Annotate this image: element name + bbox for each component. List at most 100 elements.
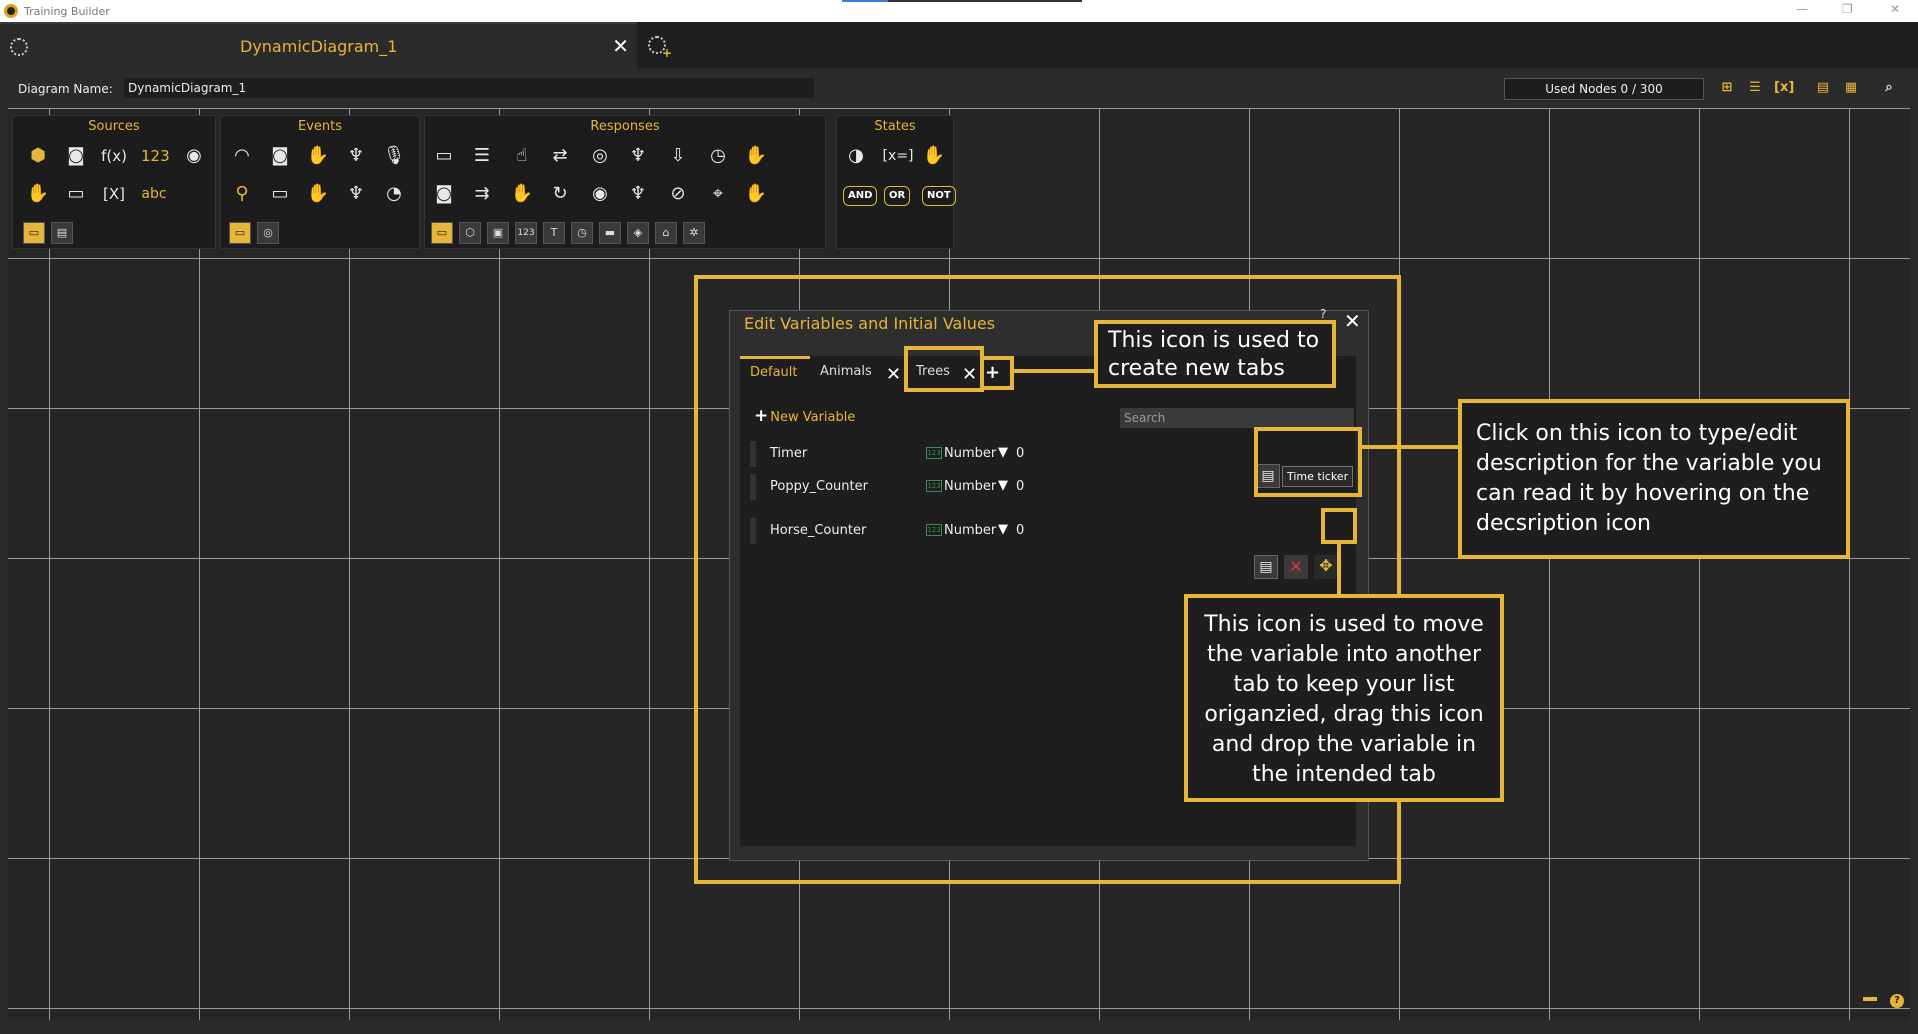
hand-touch-event-icon[interactable]: ✋ xyxy=(305,143,331,169)
sources-page-1-icon[interactable]: ▭ xyxy=(23,222,45,244)
timer-event-icon[interactable]: ◔ xyxy=(381,181,407,207)
not-button[interactable]: NOT xyxy=(922,186,956,206)
add-node-icon[interactable]: ⊞ xyxy=(1718,80,1736,98)
close-animals-tab-icon[interactable]: ✕ xyxy=(886,364,901,385)
close-window-icon[interactable]: ✕ xyxy=(1890,2,1900,16)
responses-timer-icon[interactable]: ◷ xyxy=(571,222,593,244)
variable-name[interactable]: Horse_Counter xyxy=(770,523,866,538)
responses-tag-icon[interactable]: ◈ xyxy=(627,222,649,244)
responses-media-icon[interactable]: ▣ xyxy=(487,222,509,244)
group-icon[interactable]: ☰ xyxy=(1746,80,1764,98)
responses-cube-icon[interactable]: ⬡ xyxy=(459,222,481,244)
show-panel-response-icon[interactable]: ▭ xyxy=(431,143,457,169)
search-icon[interactable]: ⌕ xyxy=(1880,80,1898,98)
toggle-state-icon[interactable]: ◑ xyxy=(843,143,869,169)
tab-dynamic-diagram[interactable]: DynamicDiagram_1 ✕ xyxy=(0,22,637,68)
variable-source-icon[interactable]: [X] xyxy=(101,181,127,207)
sources-page-2-icon[interactable]: ▤ xyxy=(51,222,73,244)
object-source-icon[interactable]: ⬢ xyxy=(25,143,51,169)
events-page-2-icon[interactable]: ◎ xyxy=(257,222,279,244)
close-dialog-icon[interactable]: ✕ xyxy=(1344,309,1361,333)
camera-event-icon[interactable]: ◙ xyxy=(267,143,293,169)
hand-x-response-icon[interactable]: ✋ xyxy=(743,181,769,207)
close-tab-icon[interactable]: ✕ xyxy=(612,34,629,58)
delete-variable-icon[interactable]: ✕ xyxy=(1284,555,1308,579)
responses-page-1-icon[interactable]: ▭ xyxy=(431,222,453,244)
grab-event-icon[interactable]: ✋ xyxy=(305,181,331,207)
variable-name[interactable]: Poppy_Counter xyxy=(770,479,868,494)
controller-x-response-icon[interactable]: ♆ xyxy=(625,181,651,207)
restore-window-icon[interactable]: ❐ xyxy=(1842,2,1853,16)
grid-icon[interactable]: ▦ xyxy=(1842,80,1860,98)
type-dropdown-icon[interactable]: ▼ xyxy=(998,445,1008,460)
focus-response-icon[interactable]: ⌖ xyxy=(705,181,731,207)
list-response-icon[interactable]: ☰ xyxy=(469,143,495,169)
palette-events: Events ◠ ◙ ✋ ♆ 🎙 ⚲ ▭ ✋ ♆ ◔ ▭ ◎ xyxy=(220,115,420,249)
vr-headset-event-icon[interactable]: ◠ xyxy=(229,143,255,169)
drop-response-icon[interactable]: ⇩ xyxy=(665,143,691,169)
trigger-event-icon[interactable]: ▭ xyxy=(267,181,293,207)
variable-value[interactable]: 0 xyxy=(1016,446,1024,461)
variables-icon[interactable]: [x] xyxy=(1774,80,1794,98)
rotate-response-icon[interactable]: ↻ xyxy=(547,181,573,207)
row-grip[interactable] xyxy=(750,441,756,467)
type-dropdown-icon[interactable]: ▼ xyxy=(998,522,1008,537)
assign-state-icon[interactable]: [x=] xyxy=(881,143,915,169)
diagram-name-input[interactable]: DynamicDiagram_1 xyxy=(124,78,814,98)
minimize-window-icon[interactable]: — xyxy=(1796,2,1808,16)
variable-type[interactable]: Number xyxy=(944,479,996,494)
variable-type[interactable]: Number xyxy=(944,446,996,461)
hand-grab-response-icon[interactable]: ✋ xyxy=(509,181,535,207)
toggle-source-icon[interactable]: ◉ xyxy=(181,143,207,169)
tab-default[interactable]: Default xyxy=(740,356,810,380)
responses-settings-icon[interactable]: ✲ xyxy=(683,222,705,244)
or-button[interactable]: OR xyxy=(884,186,911,206)
responses-panel-icon[interactable]: ▬ xyxy=(599,222,621,244)
search-input[interactable]: Search xyxy=(1120,408,1354,428)
camera-source-icon[interactable]: ◙ xyxy=(63,143,89,169)
and-button[interactable]: AND xyxy=(843,186,878,206)
minimize-panel-icon[interactable] xyxy=(1862,996,1877,1001)
controller-event-icon[interactable]: ♆ xyxy=(343,143,369,169)
hand-source-icon[interactable]: ✋ xyxy=(25,181,51,207)
used-nodes-counter: Used Nodes 0 / 300 xyxy=(1504,78,1704,100)
responses-text-icon[interactable]: T xyxy=(543,222,565,244)
help-icon[interactable]: ? xyxy=(1320,307,1326,321)
variable-value[interactable]: 0 xyxy=(1016,523,1024,538)
help-circle-icon[interactable]: ? xyxy=(1890,994,1904,1008)
responses-number-icon[interactable]: 123 xyxy=(515,222,537,244)
hand-pointer-response-icon[interactable]: ☝ xyxy=(509,143,535,169)
description-icon[interactable]: ▤ xyxy=(1254,555,1278,579)
new-variable-button[interactable]: + New Variable xyxy=(754,406,855,426)
row-grip[interactable] xyxy=(750,518,756,544)
type-dropdown-icon[interactable]: ▼ xyxy=(998,478,1008,493)
row-grip[interactable] xyxy=(750,474,756,500)
joystick-event-icon[interactable]: ⚲ xyxy=(229,181,255,207)
controller-cancel-event-icon[interactable]: ♆ xyxy=(343,181,369,207)
variable-type[interactable]: Number xyxy=(944,523,996,538)
number-source-icon[interactable]: 123 xyxy=(141,143,170,169)
target-response-icon[interactable]: ◉ xyxy=(587,181,613,207)
stopwatch-response-icon[interactable]: ◷ xyxy=(705,143,731,169)
notes-icon[interactable]: ▤ xyxy=(1814,80,1832,98)
hand-wave-response-icon[interactable]: ✋ xyxy=(743,143,769,169)
function-source-icon[interactable]: f(x) xyxy=(101,143,127,169)
move-variable-icon[interactable]: ✥ xyxy=(1314,555,1338,579)
events-page-1-icon[interactable]: ▭ xyxy=(229,222,251,244)
palette-sources: Sources ⬢ ◙ f(x) 123 ◉ ✋ ▭ [X] abc ▭ ▤ xyxy=(12,115,216,249)
variable-name[interactable]: Timer xyxy=(770,446,807,461)
video-source-icon[interactable]: ▭ xyxy=(63,181,89,207)
microphone-event-icon[interactable]: 🎙 xyxy=(381,143,407,169)
hide-response-icon[interactable]: ⊘ xyxy=(665,181,691,207)
sequence-response-icon[interactable]: ⇉ xyxy=(469,181,495,207)
new-diagram-icon[interactable] xyxy=(648,36,672,60)
camera-response-icon[interactable]: ◙ xyxy=(431,181,457,207)
eye-response-icon[interactable]: ◎ xyxy=(587,143,613,169)
controller-response-icon[interactable]: ♆ xyxy=(625,143,651,169)
connect-response-icon[interactable]: ⇄ xyxy=(547,143,573,169)
text-source-icon[interactable]: abc xyxy=(141,181,167,207)
hand-state-icon[interactable]: ✋ xyxy=(921,143,947,169)
variable-value[interactable]: 0 xyxy=(1016,479,1024,494)
tab-animals[interactable]: Animals xyxy=(820,364,872,379)
responses-lock-icon[interactable]: ⌂ xyxy=(655,222,677,244)
